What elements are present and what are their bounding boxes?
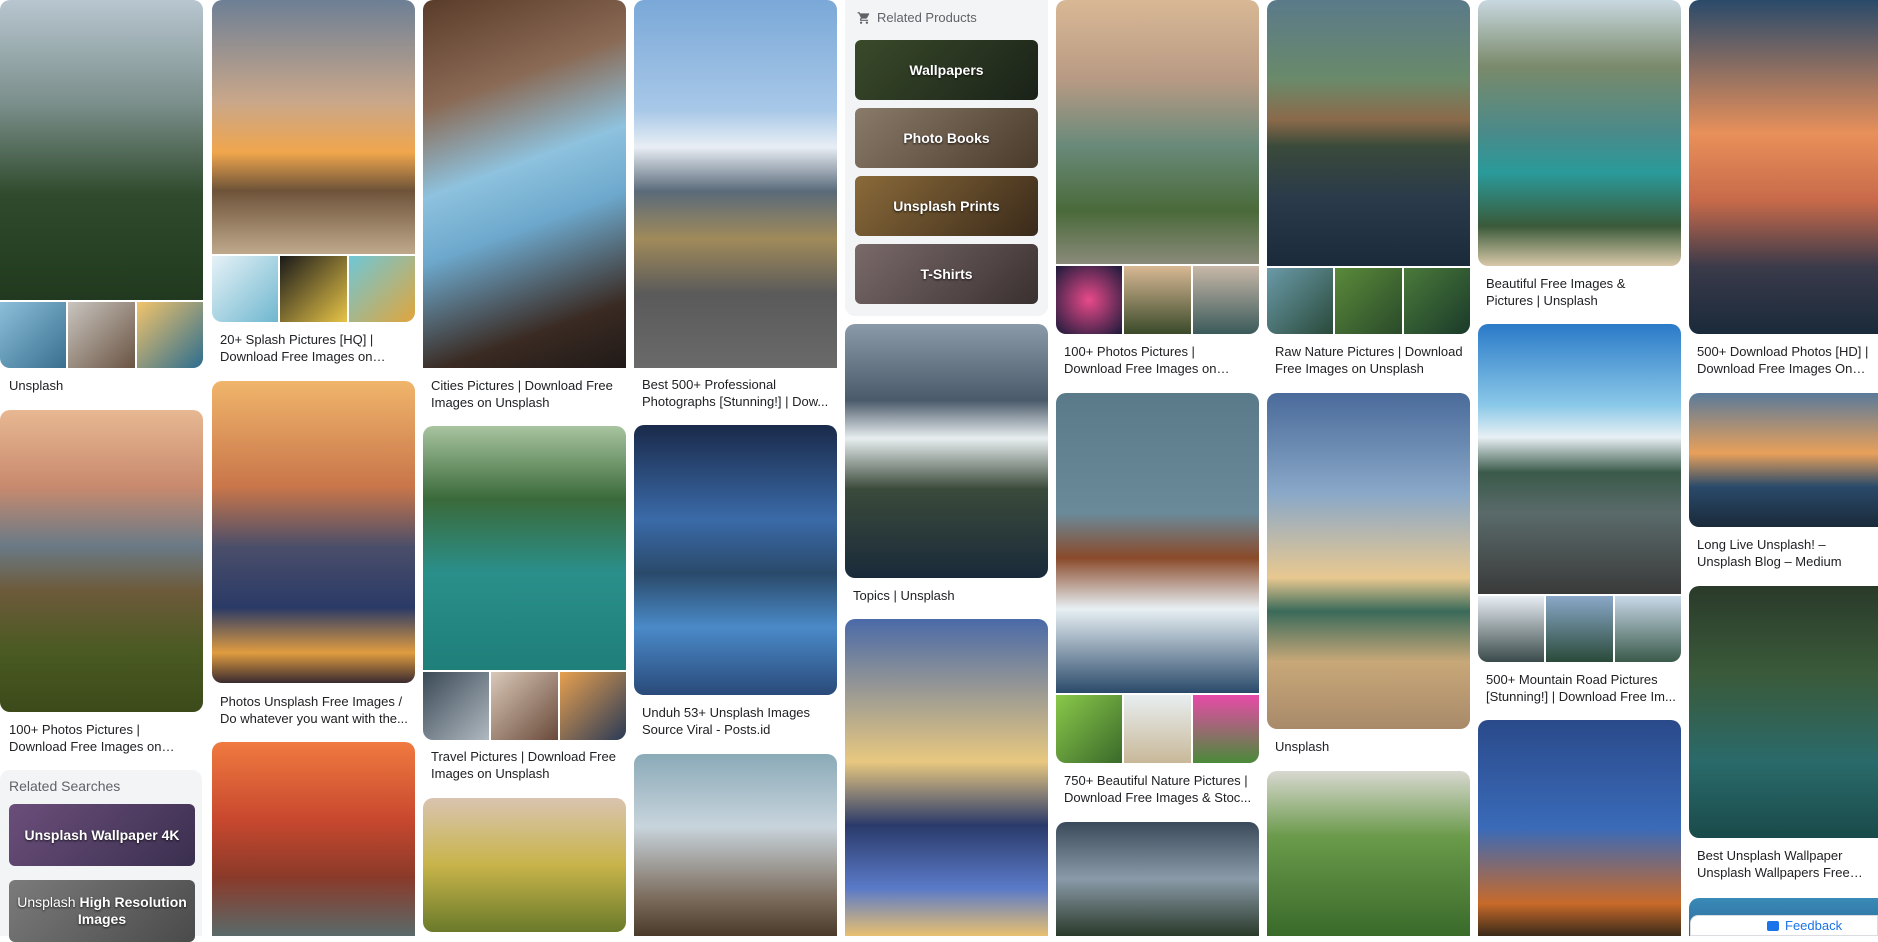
result-caption[interactable]: Best Unsplash Wallpaper Unsplash Wallpap… [1697, 847, 1877, 881]
result-image[interactable] [1689, 586, 1878, 838]
result-caption[interactable]: Beautiful Free Images & Pictures | Unspl… [1486, 275, 1676, 309]
result-thumbnails[interactable] [212, 256, 415, 322]
result-image[interactable] [845, 324, 1048, 578]
result-caption[interactable]: Unduh 53+ Unsplash Images Source Viral -… [642, 704, 832, 738]
result-caption[interactable]: Photos Unsplash Free Images / Do whateve… [220, 693, 410, 727]
related-search-chip[interactable]: Unsplash Wallpaper 4K [9, 804, 195, 866]
result-image[interactable] [1689, 0, 1878, 334]
feedback-button[interactable]: Feedback [1690, 915, 1878, 936]
result-caption[interactable]: Topics | Unsplash [853, 587, 1043, 604]
result-image[interactable] [212, 0, 415, 254]
result-image[interactable] [1056, 822, 1259, 936]
result-image[interactable] [634, 754, 837, 936]
result-caption[interactable]: 500+ Mountain Road Pictures [Stunning!] … [1486, 671, 1676, 705]
feedback-icon [1767, 921, 1779, 931]
related-products-panel: Related Products Wallpapers Photo Books … [845, 0, 1048, 316]
result-thumbnails[interactable] [0, 302, 203, 368]
result-image[interactable] [423, 426, 626, 670]
result-caption[interactable]: 20+ Splash Pictures [HQ] | Download Free… [220, 331, 410, 365]
related-products-title: Related Products [877, 10, 977, 25]
result-caption[interactable]: 100+ Photos Pictures | Download Free Ima… [9, 721, 199, 755]
result-thumbnails[interactable] [1056, 695, 1259, 763]
result-image[interactable] [634, 425, 837, 695]
result-thumbnails[interactable] [423, 672, 626, 740]
result-image[interactable] [1478, 0, 1681, 266]
result-caption[interactable]: Unsplash [1275, 738, 1465, 755]
result-caption[interactable]: 100+ Photos Pictures | Download Free Ima… [1064, 343, 1254, 377]
result-image[interactable] [423, 798, 626, 932]
result-image[interactable] [1478, 324, 1681, 594]
result-image[interactable] [1267, 0, 1470, 266]
result-caption[interactable]: Cities Pictures | Download Free Images o… [431, 377, 621, 411]
result-caption[interactable]: Long Live Unsplash! – Unsplash Blog – Me… [1697, 536, 1877, 570]
result-caption[interactable]: Raw Nature Pictures | Download Free Imag… [1275, 343, 1465, 377]
product-chip-unsplash-prints[interactable]: Unsplash Prints [855, 176, 1038, 236]
result-caption[interactable]: Travel Pictures | Download Free Images o… [431, 748, 621, 782]
product-chip-photo-books[interactable]: Photo Books [855, 108, 1038, 168]
shopping-cart-icon [857, 12, 870, 24]
result-image[interactable] [0, 0, 203, 300]
result-image[interactable] [1267, 393, 1470, 729]
result-image[interactable] [1056, 393, 1259, 693]
related-search-chip[interactable]: Unsplash High Resolution Images [9, 880, 195, 942]
result-image[interactable] [634, 0, 837, 368]
result-image[interactable] [1689, 393, 1878, 527]
result-image[interactable] [423, 0, 626, 368]
result-caption[interactable]: Unsplash [9, 377, 195, 394]
related-searches-title: Related Searches [9, 778, 121, 794]
result-caption[interactable]: Best 500+ Professional Photographs [Stun… [642, 376, 832, 410]
result-image[interactable] [212, 742, 415, 936]
product-chip-wallpapers[interactable]: Wallpapers [855, 40, 1038, 100]
result-thumbnails[interactable] [1056, 266, 1259, 334]
result-thumbnails[interactable] [1478, 596, 1681, 662]
result-image[interactable] [1478, 720, 1681, 936]
related-searches-panel: Related Searches Unsplash Wallpaper 4K U… [0, 770, 202, 942]
product-chip-t-shirts[interactable]: T-Shirts [855, 244, 1038, 304]
result-image[interactable] [1267, 771, 1470, 936]
result-thumbnails[interactable] [1267, 268, 1470, 334]
result-image[interactable] [0, 410, 203, 712]
result-image[interactable] [1056, 0, 1259, 264]
result-image[interactable] [212, 381, 415, 683]
result-caption[interactable]: 500+ Download Photos [HD] | Download Fre… [1697, 343, 1877, 377]
result-image[interactable] [845, 619, 1048, 936]
result-caption[interactable]: 750+ Beautiful Nature Pictures | Downloa… [1064, 772, 1254, 806]
